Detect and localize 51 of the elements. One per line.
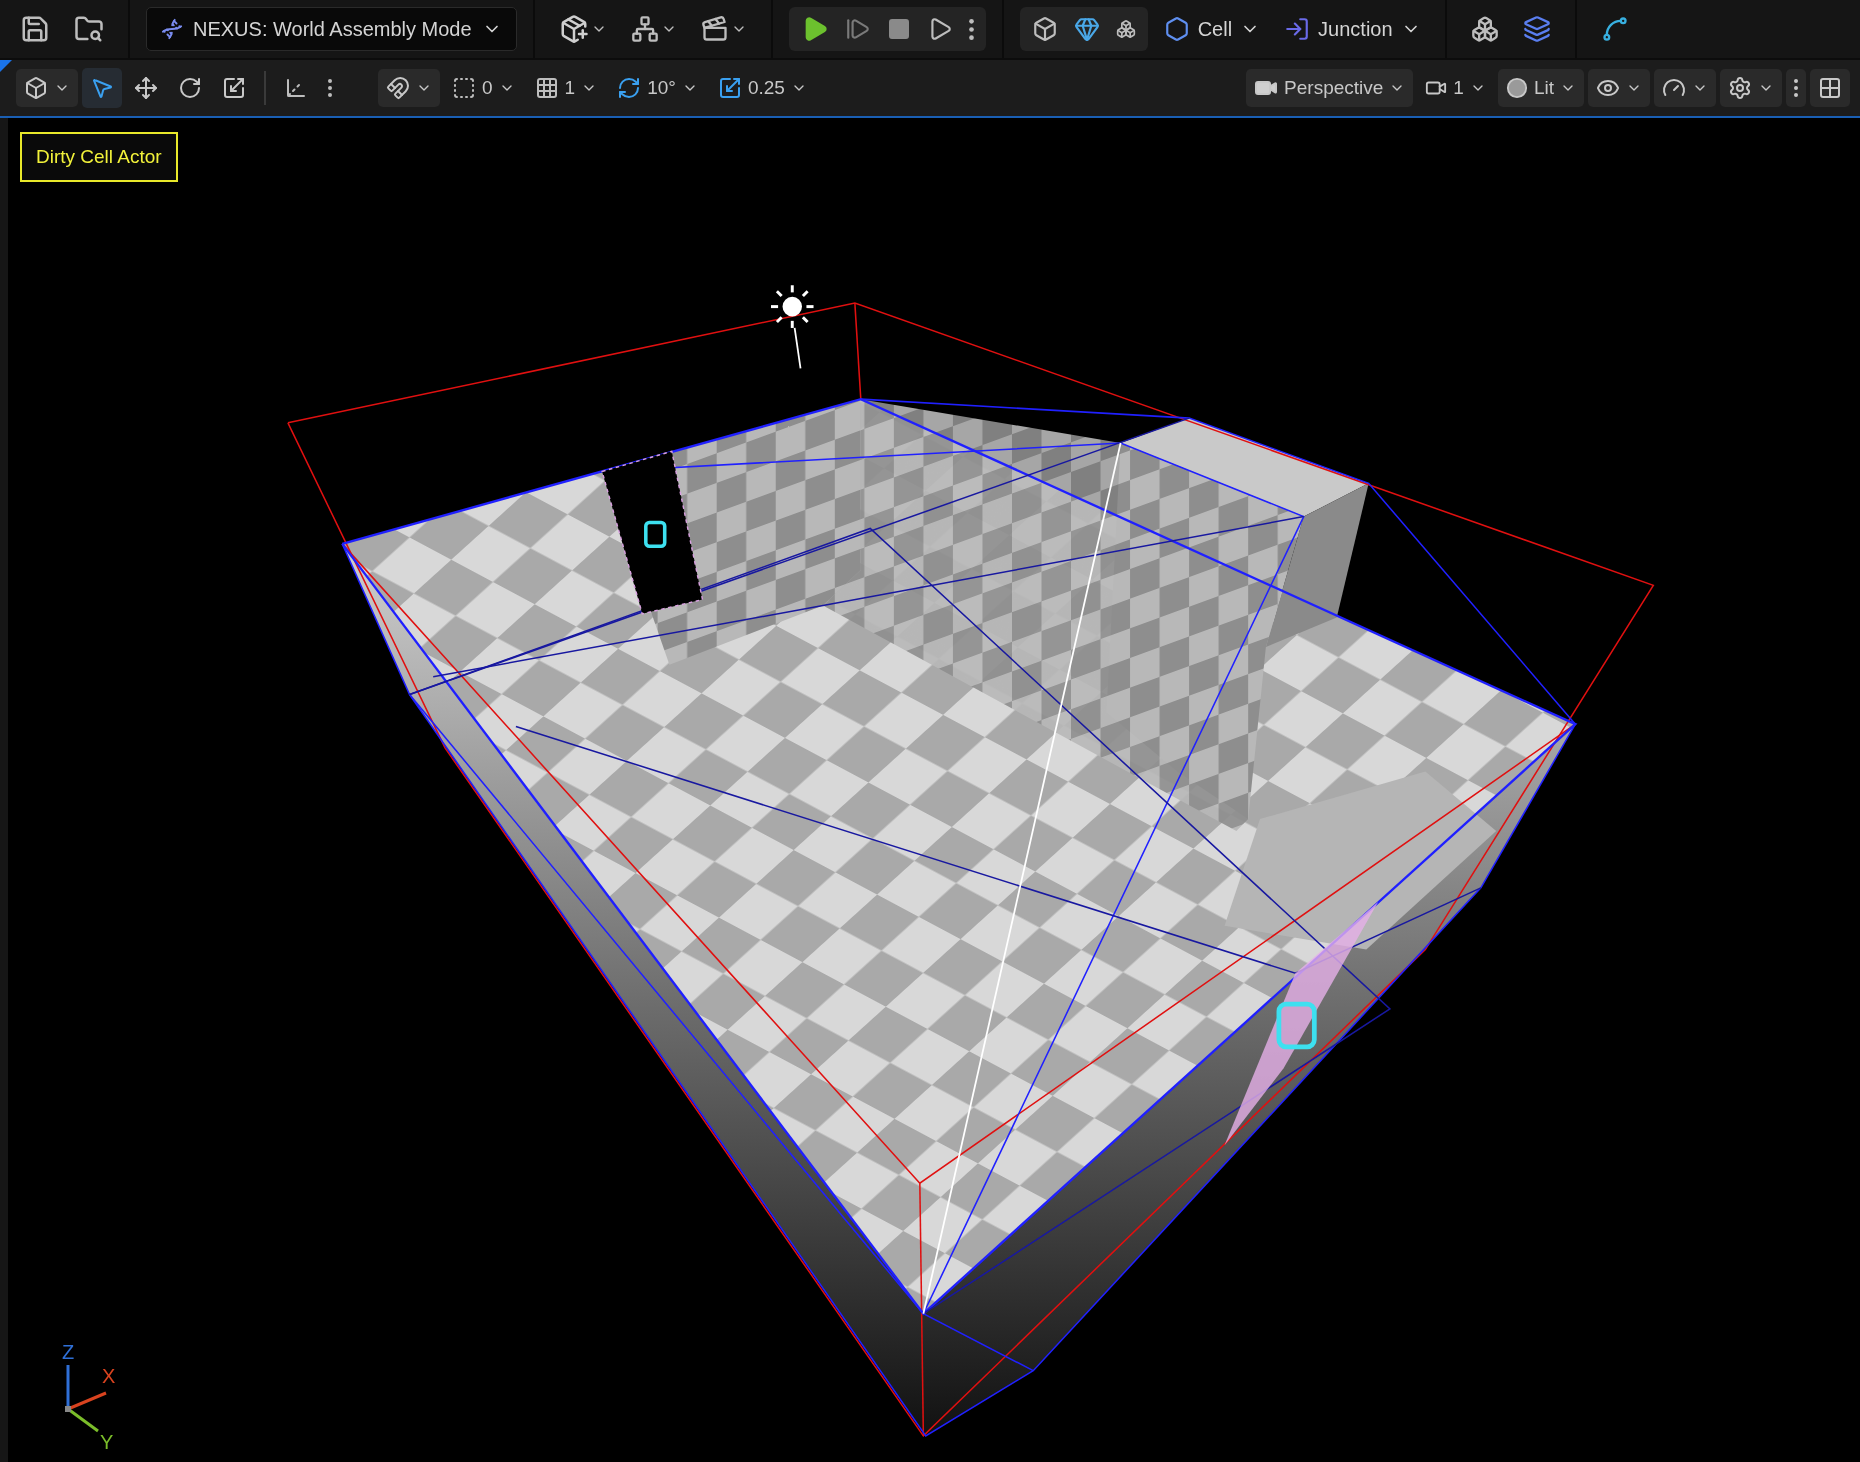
snap-value-button[interactable]: 0.25	[709, 69, 815, 107]
layout-button[interactable]	[1810, 69, 1850, 107]
axis-icon	[284, 76, 308, 100]
view-mode-button[interactable]: Perspective	[1246, 69, 1414, 107]
scale-icon	[717, 76, 742, 100]
toolbar-menu[interactable]: Cell	[1155, 9, 1269, 49]
boxes-icon	[1470, 15, 1499, 43]
clapperboard-icon	[700, 15, 729, 43]
transform-tool-button[interactable]	[82, 68, 122, 108]
cube-icon	[1031, 16, 1058, 42]
more-icon	[1794, 79, 1798, 97]
magnet-icon	[386, 76, 410, 100]
show-button[interactable]	[1588, 69, 1650, 107]
snap-value-button[interactable]: 0	[444, 69, 523, 107]
snap-button[interactable]	[378, 69, 440, 107]
more-icon	[968, 18, 974, 40]
sphere-icon	[1505, 77, 1528, 99]
scale-icon	[222, 76, 246, 100]
node-graph-icon	[630, 15, 659, 43]
folder-search-icon	[74, 14, 104, 44]
layers-icon	[1522, 15, 1551, 43]
dna-icon	[161, 18, 183, 40]
pointer-icon	[90, 76, 114, 100]
gem-icon	[1073, 16, 1100, 42]
rotate-icon	[617, 76, 642, 100]
mode-selector[interactable]: NEXUS: World Assembly Mode	[146, 7, 517, 51]
entry-icon	[1284, 16, 1311, 42]
dashed-square-icon	[452, 76, 476, 100]
stop-icon	[886, 17, 911, 41]
cube-icon	[24, 76, 48, 100]
settings-button[interactable]	[1720, 69, 1782, 107]
lighting-button[interactable]: Lit	[1497, 69, 1584, 107]
more-icon	[328, 79, 332, 97]
more-button[interactable]	[1786, 69, 1806, 107]
snap-value-button[interactable]: 10°	[609, 69, 706, 107]
settings-icon	[1728, 76, 1752, 100]
toolbar-menu[interactable]: Junction	[1276, 9, 1429, 49]
rotate-icon	[178, 76, 202, 100]
move-arrows-icon	[134, 76, 158, 100]
performance-button[interactable]	[1654, 69, 1716, 107]
status-badge: Dirty Cell Actor	[20, 132, 178, 182]
boxes-icon	[1115, 19, 1136, 39]
step-icon	[844, 16, 871, 42]
snap-value-button[interactable]: 1	[526, 69, 606, 107]
hexagon-icon	[1163, 16, 1190, 42]
camera-speed-button[interactable]: 1	[1417, 69, 1494, 107]
select-mode-button[interactable]	[16, 69, 78, 107]
axis-gizmo-drawing: Z X Y	[8, 1332, 168, 1462]
grid-icon	[1818, 76, 1842, 100]
spline-icon	[1600, 15, 1629, 43]
grid-icon	[534, 76, 559, 100]
